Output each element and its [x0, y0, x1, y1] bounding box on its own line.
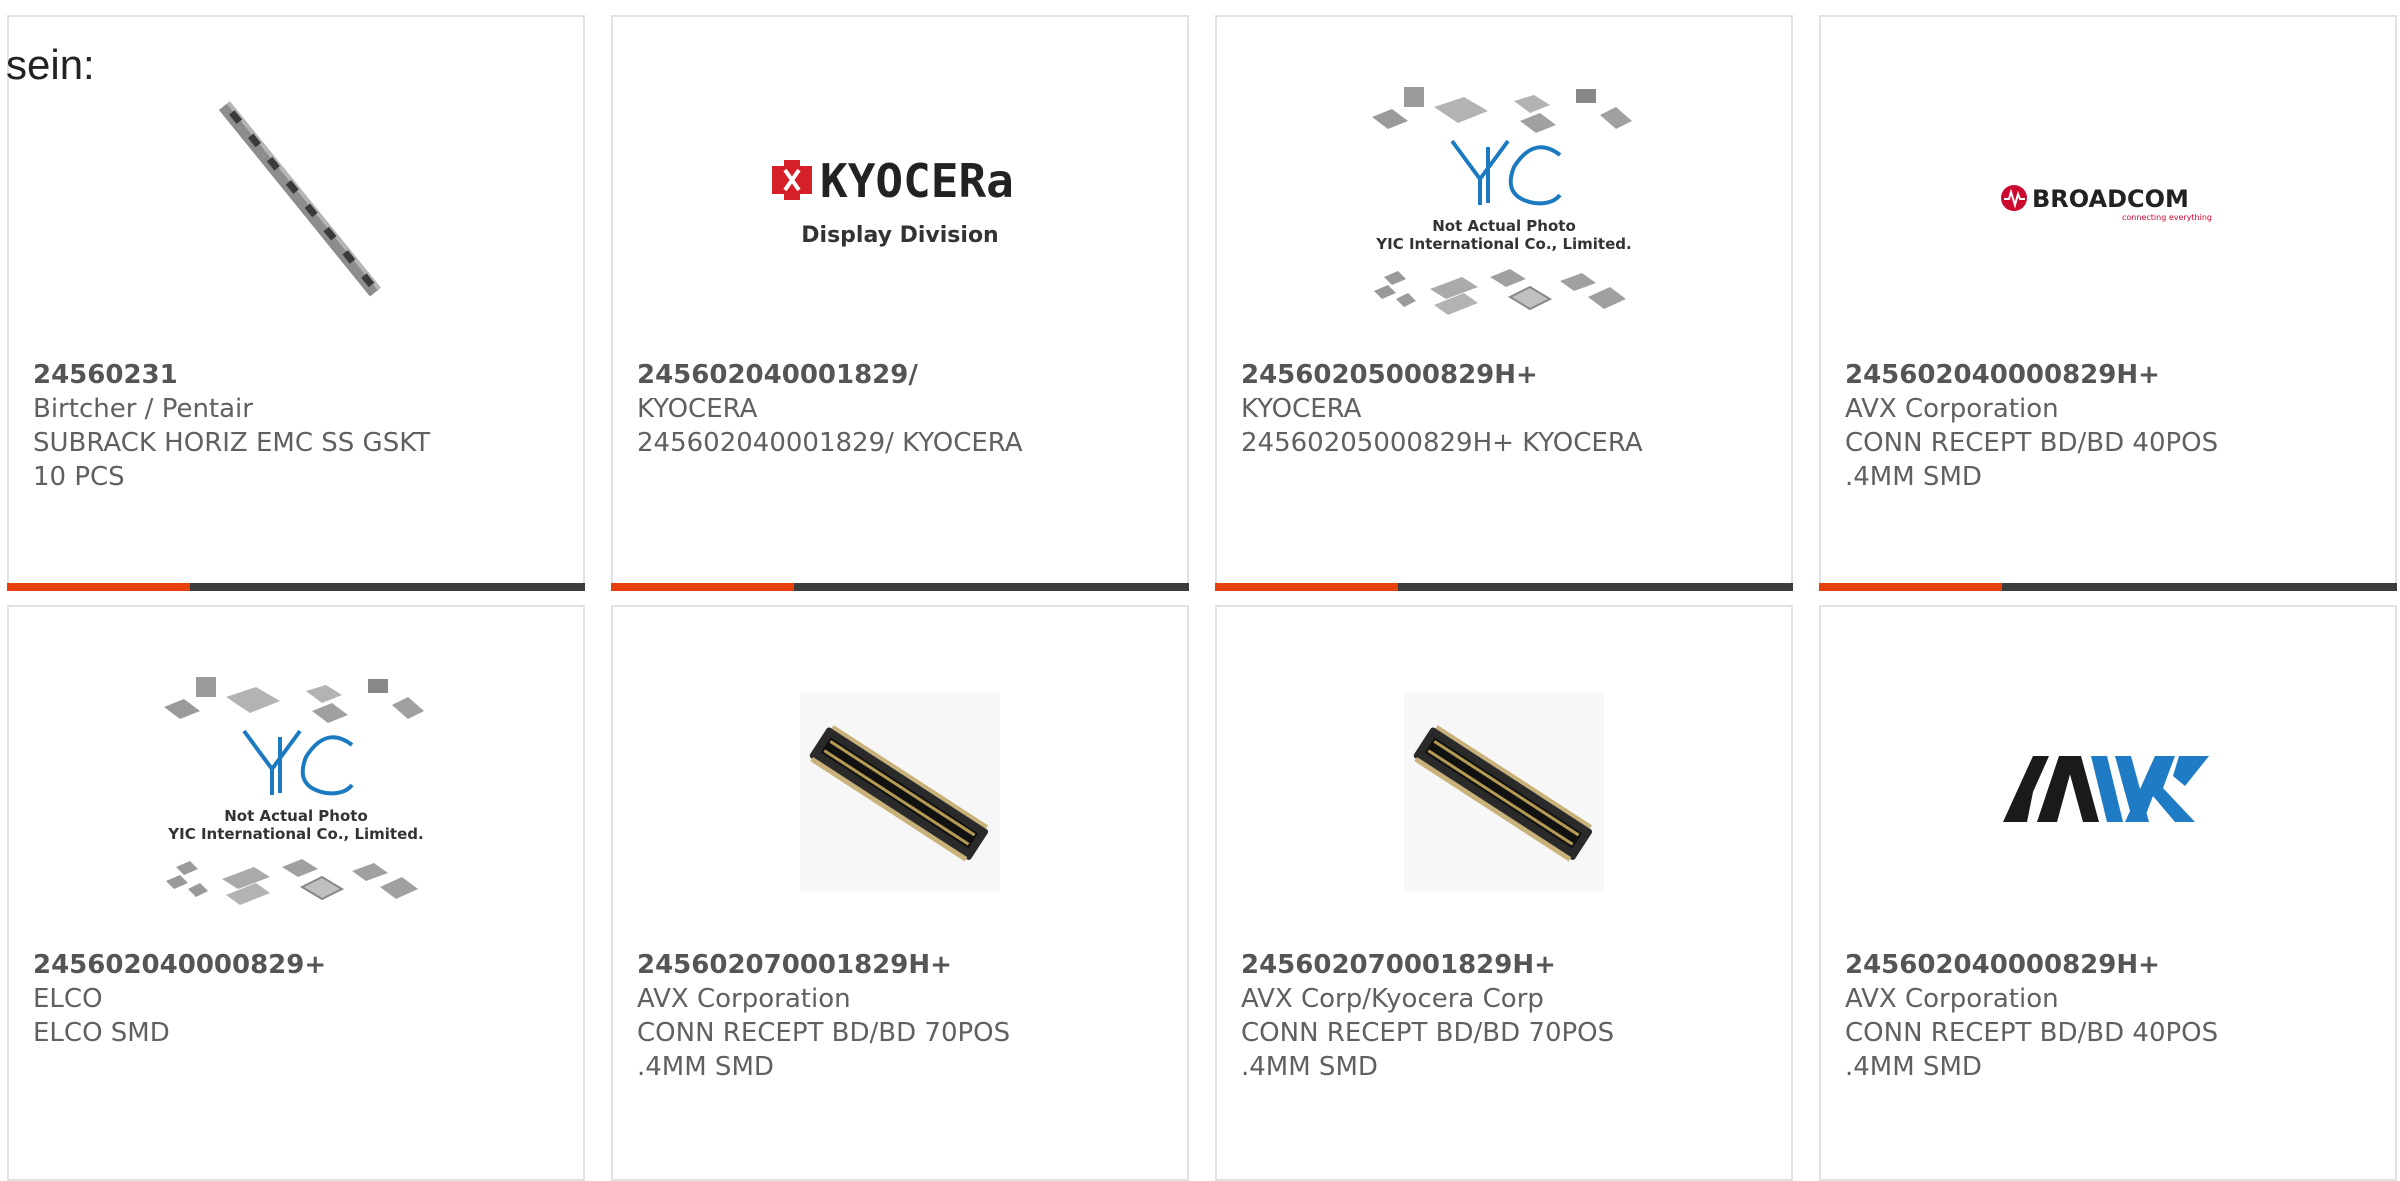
- manufacturer: AVX Corporation: [637, 984, 851, 1014]
- part-number[interactable]: 245602040001829/: [637, 358, 1169, 392]
- description: CONN RECEPT BD/BD 70POS: [1241, 1018, 1615, 1048]
- description: SUBRACK HORIZ EMC SS GSKT: [33, 428, 431, 458]
- description: 245602040001829/ KYOCERA: [637, 428, 1023, 458]
- product-card[interactable]: 245602070001829H+ AVX Corp/Kyocera Corp …: [1215, 605, 1793, 1181]
- product-image[interactable]: BROADCOM connecting everything: [1821, 52, 2395, 352]
- product-image[interactable]: [9, 52, 583, 352]
- connector-photo: [1404, 692, 1604, 892]
- card-bottom-bar: [611, 583, 1189, 591]
- manufacturer: KYOCERA: [1241, 394, 1362, 424]
- svg-text:Not Actual Photo: Not Actual Photo: [1432, 217, 1576, 235]
- description-2: .4MM SMD: [1845, 462, 1982, 492]
- manufacturer: AVX Corp/Kyocera Corp: [1241, 984, 1544, 1014]
- part-number[interactable]: 245602040000829H+: [1845, 358, 2377, 392]
- product-image[interactable]: KYOCERa Display Division: [613, 52, 1187, 352]
- manufacturer: AVX Corporation: [1845, 394, 2059, 424]
- product-card[interactable]: BROADCOM connecting everything 245602040…: [1819, 15, 2397, 591]
- svg-text:Display Division: Display Division: [801, 223, 998, 248]
- part-number[interactable]: 24560205000829H+: [1241, 358, 1773, 392]
- description-2: .4MM SMD: [1845, 1052, 1982, 1082]
- placeholder-image: Not Actual Photo YIC International Co., …: [164, 677, 424, 905]
- manufacturer: KYOCERA: [637, 394, 758, 424]
- product-card[interactable]: 24560231 Birtcher / Pentair SUBRACK HORI…: [7, 15, 585, 591]
- connector-photo: [800, 692, 1000, 892]
- product-card[interactable]: 245602070001829H+ AVX Corporation CONN R…: [611, 605, 1189, 1181]
- part-number[interactable]: 245602040000829+: [33, 948, 565, 982]
- description: CONN RECEPT BD/BD 70POS: [637, 1018, 1011, 1048]
- part-number[interactable]: 24560231: [33, 358, 565, 392]
- kyocera-logo: KYOCERa Display Division: [772, 154, 1014, 248]
- product-card[interactable]: 245602040000829H+ AVX Corporation CONN R…: [1819, 605, 2397, 1181]
- description: CONN RECEPT BD/BD 40POS: [1845, 428, 2219, 458]
- product-image[interactable]: [613, 642, 1187, 942]
- svg-text:Not Actual Photo: Not Actual Photo: [224, 807, 368, 825]
- svg-text:connecting everything: connecting everything: [2122, 213, 2212, 222]
- manufacturer: Birtcher / Pentair: [33, 394, 253, 424]
- description-2: 10 PCS: [33, 462, 125, 492]
- placeholder-image: Not Actual Photo YIC International Co., …: [1372, 87, 1632, 315]
- svg-text:BROADCOM: BROADCOM: [2032, 185, 2189, 213]
- card-bottom-bar: [1215, 583, 1793, 591]
- svg-text:YIC International Co., Limited: YIC International Co., Limited.: [167, 825, 423, 843]
- part-number[interactable]: 245602040000829H+: [1845, 948, 2377, 982]
- description: ELCO SMD: [33, 1018, 170, 1048]
- part-number[interactable]: 245602070001829H+: [637, 948, 1169, 982]
- product-image[interactable]: [1217, 642, 1791, 942]
- card-bottom-bar: [1819, 583, 2397, 591]
- product-card[interactable]: Not Actual Photo YIC International Co., …: [7, 605, 585, 1181]
- svg-text:YIC International Co., Limited: YIC International Co., Limited.: [1375, 235, 1631, 253]
- product-image[interactable]: [1821, 642, 2395, 942]
- product-image[interactable]: Not Actual Photo YIC International Co., …: [9, 642, 583, 942]
- product-card[interactable]: Not Actual Photo YIC International Co., …: [1215, 15, 1793, 591]
- product-image[interactable]: Not Actual Photo YIC International Co., …: [1217, 52, 1791, 352]
- intro-text: sein:: [6, 41, 95, 88]
- avx-logo: [2003, 756, 2209, 822]
- description: 24560205000829H+ KYOCERA: [1241, 428, 1643, 458]
- description-2: .4MM SMD: [637, 1052, 774, 1082]
- part-number[interactable]: 245602070001829H+: [1241, 948, 1773, 982]
- svg-text:KYOCERa: KYOCERa: [820, 154, 1014, 208]
- description-2: .4MM SMD: [1241, 1052, 1378, 1082]
- manufacturer: AVX Corporation: [1845, 984, 2059, 1014]
- manufacturer: ELCO: [33, 984, 103, 1014]
- card-bottom-bar: [7, 583, 585, 591]
- description: CONN RECEPT BD/BD 40POS: [1845, 1018, 2219, 1048]
- broadcom-logo: BROADCOM connecting everything: [2001, 185, 2212, 222]
- product-card[interactable]: KYOCERa Display Division 245602040001829…: [611, 15, 1189, 591]
